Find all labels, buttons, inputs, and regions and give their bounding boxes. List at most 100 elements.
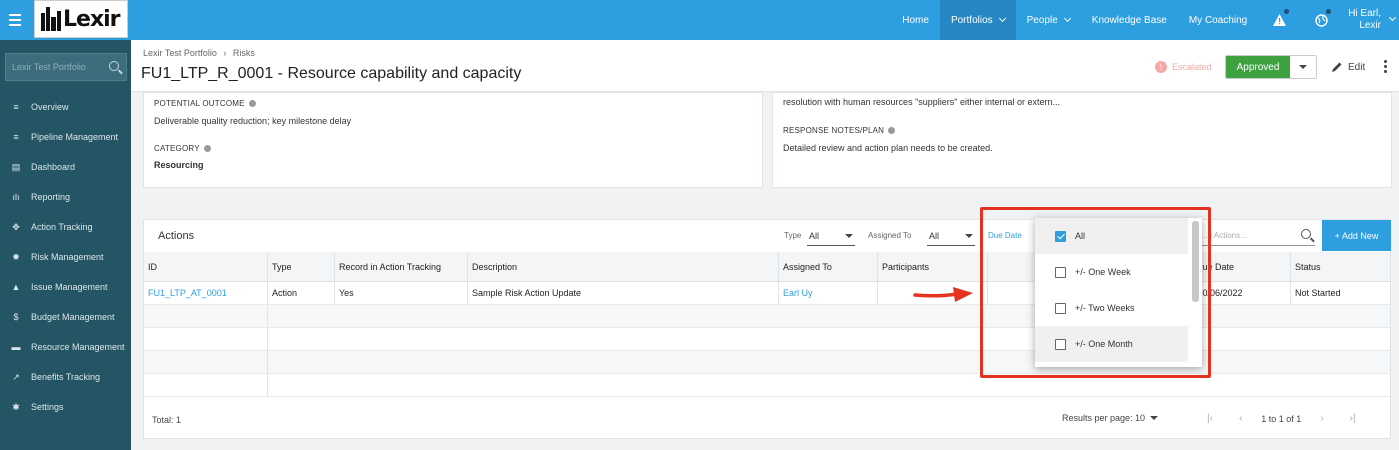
escalated-toggle[interactable]: ! Escalated	[1155, 61, 1212, 73]
list-icon: ≡	[13, 102, 19, 112]
building-logo-icon	[41, 7, 63, 31]
more-options-icon[interactable]	[1384, 60, 1388, 73]
status-split-button: Approved	[1225, 55, 1317, 79]
red-arrow-icon	[913, 287, 973, 302]
gear-icon: ✱	[12, 401, 20, 412]
action-record: Yes	[335, 282, 468, 304]
nav-my-coaching[interactable]: My Coaching	[1178, 0, 1258, 40]
column-header-description[interactable]: Description	[468, 252, 779, 281]
logo[interactable]: Lexir	[34, 0, 128, 38]
response-notes-label: RESPONSE NOTES/PLAN	[783, 126, 896, 135]
line-chart-icon: ↗	[12, 371, 20, 382]
sidebar-item-issue-management[interactable]: ▲ Issue Management	[0, 272, 131, 302]
nav-portfolios[interactable]: Portfolios	[939, 0, 1016, 40]
status-dropdown-button[interactable]	[1290, 56, 1316, 78]
breadcrumb-risks-link[interactable]: Risks	[233, 48, 255, 58]
info-icon[interactable]	[888, 127, 896, 134]
results-per-page-select[interactable]: Results per page: 10	[1062, 413, 1159, 423]
move-icon: ✥	[12, 221, 20, 232]
last-page-icon[interactable]: ›|	[1350, 413, 1356, 424]
search-icon[interactable]	[109, 61, 119, 71]
column-header-status[interactable]: Status	[1291, 252, 1390, 281]
add-new-action-button[interactable]: + Add New	[1322, 220, 1391, 251]
first-page-icon[interactable]: |‹	[1207, 413, 1213, 424]
breadcrumb-portfolio-link[interactable]: Lexir Test Portfolio	[143, 48, 217, 58]
page-info: 1 to 1 of 1	[1261, 413, 1302, 424]
prev-page-icon[interactable]: ‹	[1239, 413, 1242, 424]
portfolio-search-input[interactable]: Lexir Test Portfolio	[5, 53, 127, 81]
sidebar-item-overview[interactable]: ≡ Overview	[0, 92, 131, 122]
caret-down-icon	[1150, 416, 1159, 420]
page-title: FU1_LTP_R_0001 - Resource capability and…	[141, 65, 522, 82]
highlight-box	[980, 207, 1211, 378]
action-assigned-link[interactable]: Earl Uy	[779, 282, 878, 304]
sidebar-item-pipeline-management[interactable]: ≡ Pipeline Management	[0, 122, 131, 152]
bar-chart-icon: ılı	[12, 192, 20, 202]
potential-outcome-value: Deliverable quality reduction; key miles…	[154, 116, 352, 126]
globe-icon[interactable]	[1300, 0, 1342, 40]
nav-people[interactable]: People	[1016, 0, 1081, 40]
assigned-filter-label: Assigned To	[868, 231, 912, 240]
sidebar-item-resource-management[interactable]: ▬ Resource Management	[0, 332, 131, 362]
top-navbar: Lexir Home Portfolios People Knowledge B…	[0, 0, 1399, 40]
alert-icon[interactable]	[1258, 0, 1300, 40]
column-header-id[interactable]: ID	[144, 252, 268, 281]
main-nav: Home Portfolios People Knowledge Base My…	[891, 0, 1399, 40]
action-description: Sample Risk Action Update	[468, 282, 779, 304]
edit-button[interactable]: Edit	[1331, 61, 1365, 73]
risk-details-right-card: resolution with human resources "supplie…	[772, 92, 1392, 188]
response-notes-value: Detailed review and action plan needs to…	[783, 143, 993, 153]
actions-title: Actions	[158, 230, 195, 242]
breadcrumb-separator: ›	[223, 48, 227, 58]
next-page-icon[interactable]: ›	[1320, 413, 1323, 424]
logo-text: Lexir	[63, 6, 121, 32]
chevron-down-icon	[998, 14, 1006, 23]
pipeline-icon: ≡	[13, 132, 19, 142]
breadcrumb: Lexir Test Portfolio › Risks	[143, 48, 255, 58]
menu-icon[interactable]	[0, 0, 30, 40]
search-icon[interactable]	[1301, 229, 1311, 239]
caret-down-icon	[965, 233, 973, 238]
type-filter-label: Type	[784, 231, 802, 240]
folder-icon: ▬	[11, 342, 21, 352]
sidebar-item-reporting[interactable]: ılı Reporting	[0, 182, 131, 212]
sidebar-item-benefits-tracking[interactable]: ↗ Benefits Tracking	[0, 362, 131, 392]
sidebar-item-risk-management[interactable]: ✹ Risk Management	[0, 242, 131, 272]
column-header-record[interactable]: Record in Action Tracking	[335, 252, 468, 281]
response-text-truncated: resolution with human resources "supplie…	[783, 97, 1061, 107]
page-header: Lexir Test Portfolio › Risks FU1_LTP_R_0…	[131, 40, 1399, 92]
category-label: CATEGORY	[154, 144, 211, 153]
dashboard-icon: ▤	[11, 161, 21, 172]
caret-down-icon	[845, 233, 853, 238]
type-filter-select[interactable]: All	[807, 226, 855, 246]
sidebar-item-action-tracking[interactable]: ✥ Action Tracking	[0, 212, 131, 242]
escalated-icon: !	[1155, 61, 1167, 73]
action-id-link[interactable]: FU1_LTP_AT_0001	[144, 282, 268, 304]
column-header-participants[interactable]: Participants	[878, 252, 988, 281]
actions-search-input[interactable]: ...n Actions...	[1197, 226, 1315, 246]
column-header-type[interactable]: Type	[268, 252, 335, 281]
assigned-filter-select[interactable]: All	[927, 226, 975, 246]
nav-knowledge-base[interactable]: Knowledge Base	[1081, 0, 1178, 40]
sidebar: Lexir Test Portfolio ≡ Overview ≡ Pipeline…	[0, 40, 131, 450]
warning-icon: ▲	[11, 282, 21, 292]
table-total: Total: 1	[152, 415, 182, 425]
action-type: Action	[268, 282, 335, 304]
pencil-icon	[1332, 62, 1342, 72]
pagination: |‹ ‹ 1 to 1 of 1 › ›|	[1194, 413, 1369, 424]
info-icon[interactable]	[203, 145, 211, 152]
user-menu[interactable]: Hi Earl, Lexir	[1342, 8, 1399, 32]
sun-icon: ✹	[12, 251, 20, 262]
sidebar-item-settings[interactable]: ✱ Settings	[0, 392, 131, 422]
potential-outcome-label: POTENTIAL OUTCOME	[154, 99, 256, 108]
info-icon[interactable]	[248, 100, 256, 107]
action-status: Not Started	[1295, 288, 1341, 298]
caret-down-icon	[1299, 65, 1307, 69]
approved-button[interactable]: Approved	[1226, 56, 1290, 78]
column-header-assigned-to[interactable]: Assigned To	[779, 252, 878, 281]
category-value: Resourcing	[154, 160, 204, 170]
chevron-down-icon	[1388, 13, 1397, 22]
sidebar-item-dashboard[interactable]: ▤ Dashboard	[0, 152, 131, 182]
nav-home[interactable]: Home	[891, 0, 940, 40]
sidebar-item-budget-management[interactable]: $ Budget Management	[0, 302, 131, 332]
